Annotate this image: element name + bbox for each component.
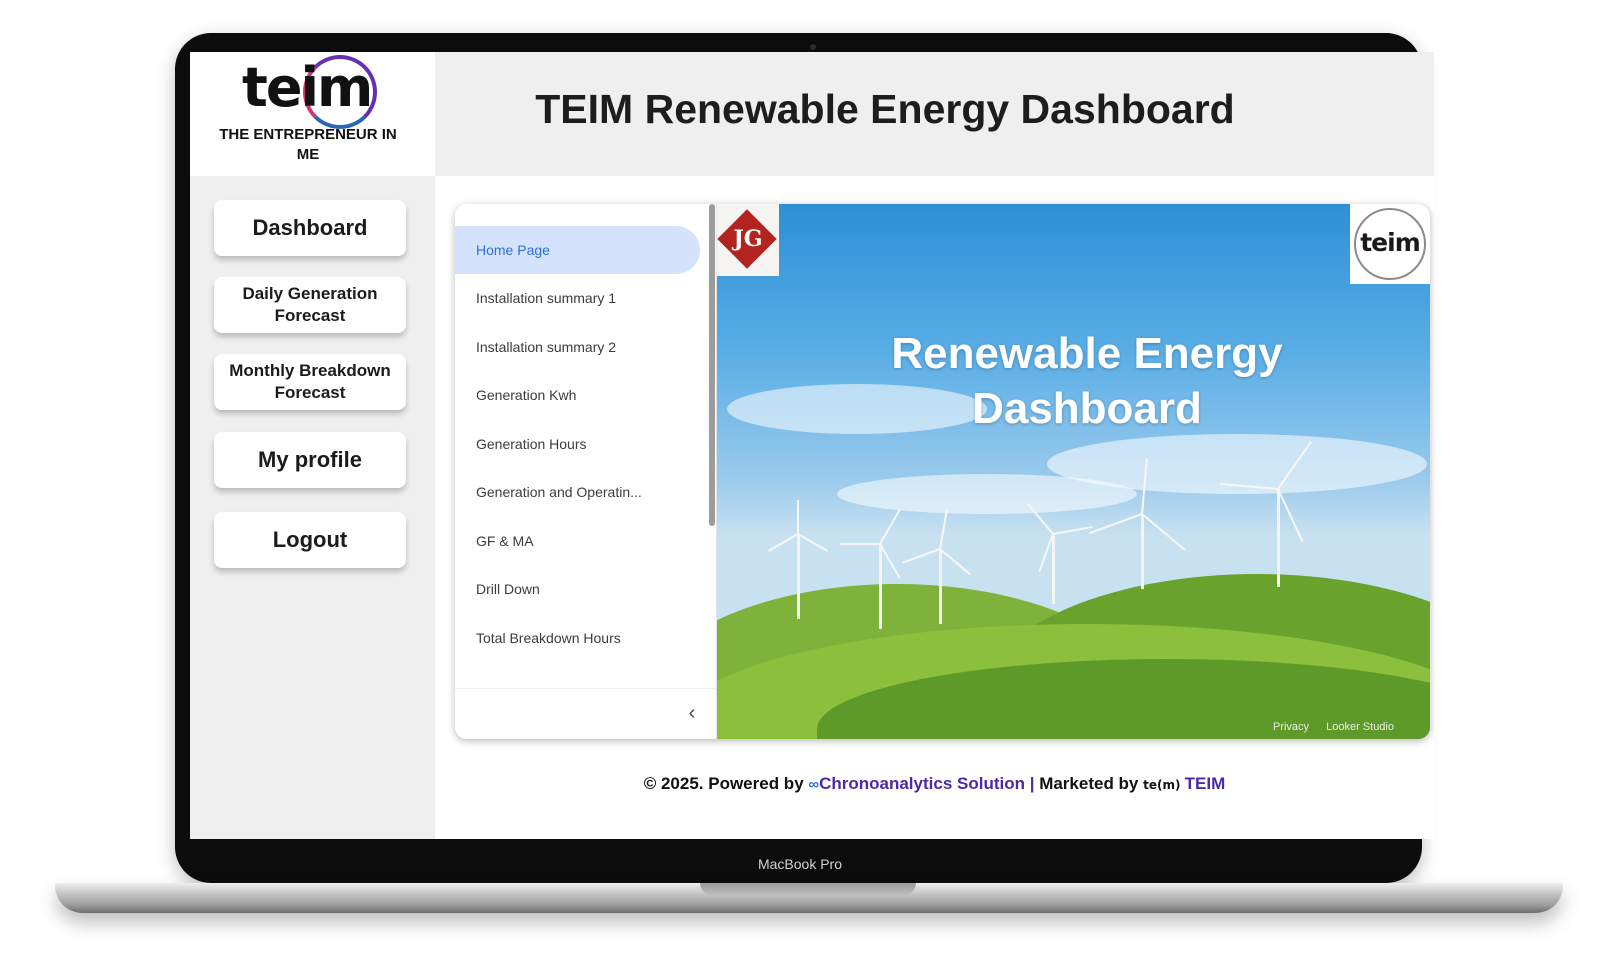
pages-scrollbar[interactable]: [709, 204, 715, 526]
page-item-generation-operating[interactable]: Generation and Operatin...: [455, 468, 700, 516]
page-title: TEIM Renewable Energy Dashboard: [535, 86, 1235, 132]
footer-separator: |: [1024, 774, 1040, 793]
jg-logo: JG: [717, 204, 779, 276]
page-item-gf-ma[interactable]: GF & MA: [455, 517, 700, 565]
report-pages-panel: Home Page Installation summary 1 Install…: [455, 204, 717, 739]
chronoanalytics-link[interactable]: Chronoanalytics Solution: [819, 774, 1025, 793]
main-content: Home Page Installation summary 1 Install…: [435, 176, 1434, 839]
hero-title: Renewable Energy Dashboard: [891, 329, 1283, 433]
sidebar-item-my-profile[interactable]: My profile: [214, 432, 406, 488]
page-item-installation-summary-2[interactable]: Installation summary 2: [455, 323, 700, 371]
jg-logo-text: JG: [733, 226, 763, 252]
hero-banner: Renewable Energy Dashboard JG teim Priva…: [717, 204, 1430, 739]
page-item-generation-hours[interactable]: Generation Hours: [455, 420, 700, 468]
logout-button[interactable]: Logout: [214, 512, 406, 568]
privacy-link[interactable]: Privacy: [1273, 721, 1309, 733]
teim-mini-logo-icon: te(m): [1143, 778, 1185, 792]
page-item-installation-summary-1[interactable]: Installation summary 1: [455, 274, 700, 322]
logo-wordmark: teim: [242, 56, 373, 119]
logo-caption: THE ENTREPRENEUR IN ME: [219, 126, 397, 163]
brand-logo: teim THE ENTREPRENEUR IN ME: [190, 52, 435, 176]
looker-studio-link[interactable]: Looker Studio: [1326, 721, 1394, 733]
teim-badge-logo: teim: [1350, 204, 1430, 284]
report-footer-links: Privacy Looker Studio: [1259, 721, 1394, 733]
page-item-generation-kwh[interactable]: Generation Kwh: [455, 371, 700, 419]
device-label: MacBook Pro: [757, 856, 843, 872]
page-item-drill-down[interactable]: Drill Down: [455, 565, 700, 613]
sidebar-item-dashboard[interactable]: Dashboard: [214, 200, 406, 256]
teim-badge-text: teim: [1360, 228, 1421, 257]
sidebar: Dashboard Daily Generation Forecast Mont…: [190, 176, 435, 839]
footer-marketed-by: Marketed by: [1039, 774, 1144, 793]
chronoanalytics-logo-icon: ∞: [808, 776, 820, 793]
cloud: [837, 474, 1137, 514]
sidebar-item-daily-generation-forecast[interactable]: Daily Generation Forecast: [214, 277, 406, 333]
divider: [455, 688, 717, 689]
report-embed: Home Page Installation summary 1 Install…: [455, 204, 1430, 739]
footer-prefix: © 2025. Powered by: [643, 774, 809, 793]
chevron-left-icon[interactable]: ‹: [681, 702, 703, 724]
camera: [810, 44, 816, 50]
sidebar-item-monthly-breakdown-forecast[interactable]: Monthly Breakdown Forecast: [214, 354, 406, 410]
teim-link[interactable]: TEIM: [1185, 774, 1226, 793]
page-item-home[interactable]: Home Page: [455, 226, 700, 274]
screen: teim THE ENTREPRENEUR IN ME TEIM Renewab…: [190, 52, 1434, 839]
laptop-notch: [700, 883, 916, 895]
header-bar: TEIM Renewable Energy Dashboard: [435, 52, 1434, 176]
page-footer: © 2025. Powered by ∞Chronoanalytics Solu…: [435, 774, 1434, 794]
page-item-total-breakdown-hours[interactable]: Total Breakdown Hours: [455, 614, 700, 662]
